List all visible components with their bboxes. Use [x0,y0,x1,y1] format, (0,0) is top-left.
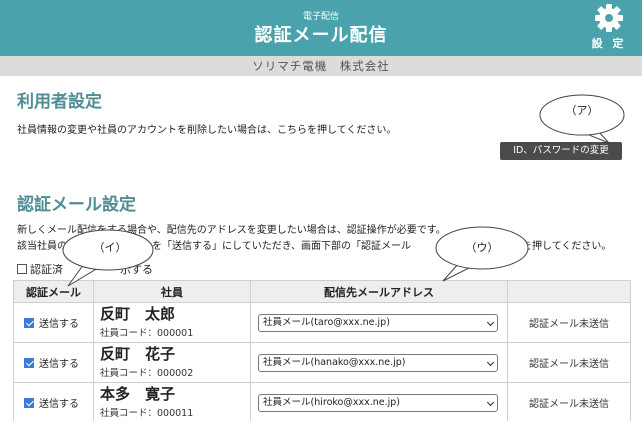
auth-status: 認証メール未送信 [507,302,631,343]
table-row: 送信する 本多 寛子 社員コード：000011 社員メール(hiroko@xxx… [13,382,631,421]
send-toggle[interactable]: 送信する [13,342,94,383]
email-select[interactable]: 社員メール(hanako@xxx.ne.jp) [258,353,498,372]
employee-table: 認証メール 社員 配信先メールアドレス 送信する 反町 太郎 社員コード：000… [13,280,631,421]
send-label: 送信する [39,359,79,370]
employee-cell: 本多 寛子 社員コード：000011 [93,382,251,421]
chevron-down-icon [486,358,495,366]
app-header: 電子配信 認証メール配信 設 定 [0,0,642,56]
employee-code: 社員コード：000001 [100,328,194,339]
send-label: 送信する [39,319,79,330]
email-cell: 社員メール(hiroko@xxx.ne.jp) [250,382,508,421]
employee-code: 社員コード：000002 [100,368,194,379]
send-checkbox[interactable] [24,398,34,408]
callout-i-label: （イ） [93,241,127,254]
callout-a-shape [539,94,625,144]
email-select[interactable]: 社員メール(taro@xxx.ne.jp) [258,313,498,332]
column-header-email: 配信先メールアドレス [250,280,508,303]
employee-code: 社員コード：000011 [100,408,194,419]
employee-name: 本多 寛子 [100,385,176,403]
email-select-value: 社員メール(taro@xxx.ne.jp) [263,316,390,328]
user-settings-description: 社員情報の変更や社員のアカウントを削除したい場合は、こちらを押してください。 [17,125,397,136]
change-id-password-button[interactable]: ID、パスワードの変更 [500,142,622,160]
send-toggle[interactable]: 送信する [13,302,94,343]
show-verified-checkbox[interactable] [17,264,27,274]
email-select-value: 社員メール(hiroko@xxx.ne.jp) [263,396,400,408]
auth-mail-settings-title: 認証メール設定 [17,195,136,215]
auth-description-line2c: を押してください。 [522,241,612,252]
auth-status: 認証メール未送信 [507,342,631,383]
send-toggle[interactable]: 送信する [13,382,94,421]
page-title: 認証メール配信 [254,25,388,46]
callout-u-label: （ウ） [465,241,499,254]
settings-label: 設 定 [591,37,627,50]
callout-u: （ウ） [433,225,531,283]
user-settings-title: 利用者設定 [17,92,102,112]
chevron-down-icon [486,318,495,326]
chevron-down-icon [486,398,495,406]
auth-description-line2b: を「送信する」にしていただき、画面下部の「認証メール [152,241,411,252]
settings-button[interactable]: 設 定 [583,3,635,53]
column-header-status [507,280,631,303]
employee-name: 反町 花子 [100,345,176,363]
auth-status: 認証メール未送信 [507,382,631,421]
send-label: 送信する [39,399,79,410]
email-select[interactable]: 社員メール(hiroko@xxx.ne.jp) [258,393,498,412]
send-checkbox[interactable] [24,358,34,368]
employee-name: 反町 太郎 [100,305,176,323]
callout-i-shape [62,229,154,287]
show-verified-filter[interactable]: 認証済 [17,261,63,277]
email-select-value: 社員メール(hanako@xxx.ne.jp) [263,356,406,368]
company-name: ソリマチ電機 株式会社 [0,56,642,76]
callout-a-label: （ア） [565,104,599,117]
show-verified-label-a: 認証済 [30,263,63,276]
callout-i: （イ） [60,228,160,288]
gear-icon [595,4,623,32]
email-cell: 社員メール(taro@xxx.ne.jp) [250,302,508,343]
table-row: 送信する 反町 花子 社員コード：000002 社員メール(hanako@xxx… [13,342,631,383]
callout-a: （ア） [537,92,627,144]
employee-cell: 反町 花子 社員コード：000002 [93,342,251,383]
table-row: 送信する 反町 太郎 社員コード：000001 社員メール(taro@xxx.n… [13,302,631,343]
send-checkbox[interactable] [24,318,34,328]
email-cell: 社員メール(hanako@xxx.ne.jp) [250,342,508,383]
employee-cell: 反町 太郎 社員コード：000001 [93,302,251,343]
